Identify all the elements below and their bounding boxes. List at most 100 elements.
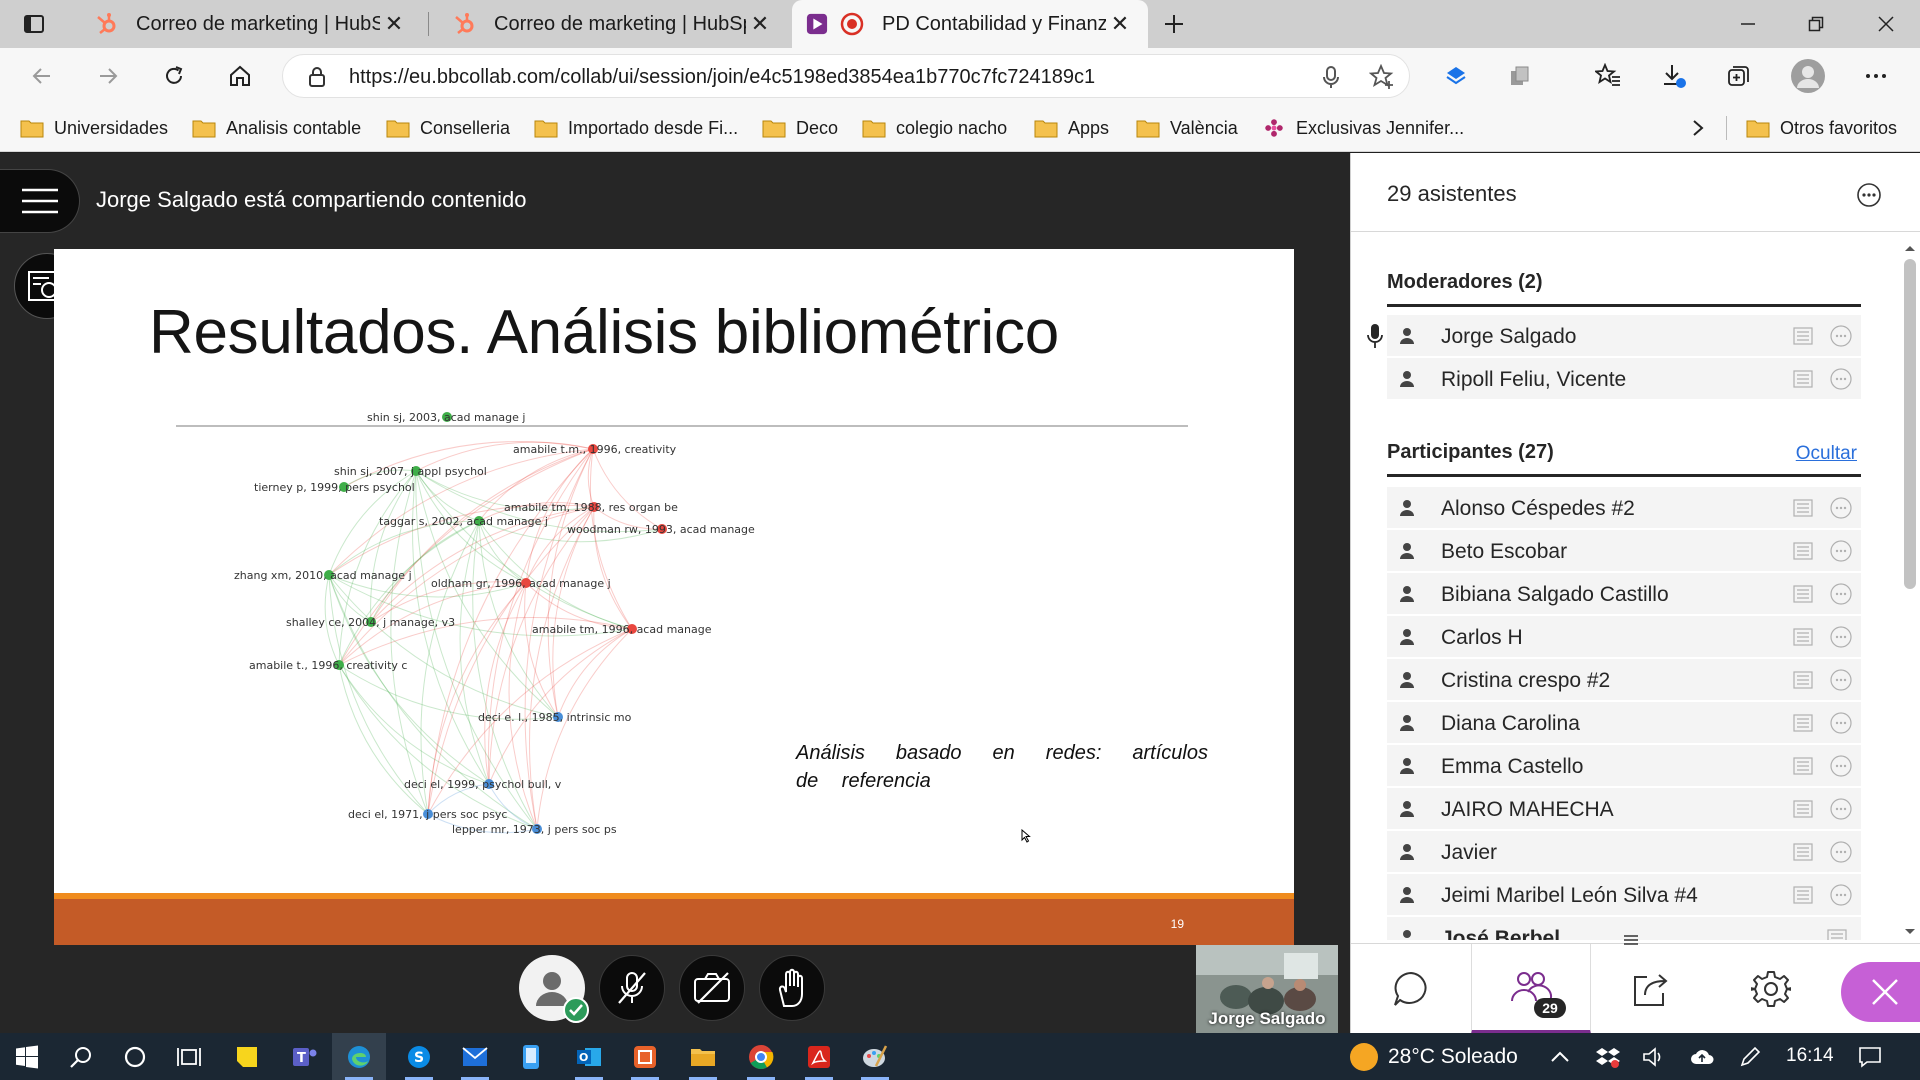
volume-icon[interactable] [1642, 1045, 1666, 1069]
start-button[interactable] [0, 1033, 54, 1080]
attendee-row-participant[interactable]: Beto Escobar [1387, 530, 1861, 572]
share-content-tab[interactable] [1591, 944, 1711, 1034]
attendee-row-participant[interactable]: Javier [1387, 831, 1861, 873]
close-tab-icon[interactable]: ✕ [746, 10, 774, 38]
panel-scrollbar[interactable] [1899, 241, 1919, 939]
home-icon[interactable] [218, 54, 262, 98]
taskbar-sticky-notes[interactable] [220, 1033, 274, 1080]
favorite-folder[interactable]: València [1136, 104, 1238, 152]
attendees-tab[interactable]: 29 [1471, 944, 1591, 1034]
restore-window-icon[interactable] [1782, 0, 1850, 48]
attendee-more-icon[interactable] [1829, 668, 1853, 692]
attendee-list-icon[interactable] [1793, 671, 1813, 689]
taskbar-phone[interactable] [504, 1033, 558, 1080]
clock[interactable]: 16:14 [1786, 1045, 1834, 1067]
raise-hand-button[interactable] [759, 955, 825, 1021]
taskbar-chrome[interactable] [734, 1033, 788, 1080]
attendee-more-icon[interactable] [1829, 625, 1853, 649]
search-button[interactable] [54, 1033, 108, 1080]
weather-text[interactable]: 28°C Soleado [1388, 1045, 1518, 1069]
taskbar-teams[interactable]: T [278, 1033, 332, 1080]
my-status-button[interactable] [519, 955, 589, 1023]
settings-tab[interactable] [1711, 944, 1831, 1034]
taskbar-mail[interactable] [448, 1033, 502, 1080]
add-favorite-icon[interactable] [1369, 64, 1395, 90]
close-tab-icon[interactable]: ✕ [380, 10, 408, 38]
attendee-row-participant[interactable]: Jeimi Maribel León Silva #4 [1387, 874, 1861, 916]
attendee-list-icon[interactable] [1793, 843, 1813, 861]
other-favorites-folder[interactable]: Otros favoritos [1746, 104, 1897, 152]
collections-icon[interactable] [1716, 54, 1760, 98]
more-favorites-chevron-icon[interactable] [1690, 104, 1706, 152]
favorite-folder[interactable]: Importado desde Fi... [534, 104, 738, 152]
taskbar-app-orange[interactable] [618, 1033, 672, 1080]
attendee-row-participant[interactable]: Bibiana Salgado Castillo [1387, 573, 1861, 615]
attendee-row-participant[interactable]: Carlos H [1387, 616, 1861, 658]
attendee-list-icon[interactable] [1793, 499, 1813, 517]
camera-toggle-button[interactable] [679, 955, 745, 1021]
close-panel-button[interactable] [1841, 962, 1920, 1022]
pen-icon[interactable] [1738, 1045, 1762, 1069]
extension-icon[interactable] [1434, 54, 1478, 98]
attendee-list-icon[interactable] [1793, 714, 1813, 732]
favorite-link[interactable]: Exclusivas Jennifer... [1262, 104, 1464, 152]
attendee-more-icon[interactable] [1829, 840, 1853, 864]
attendee-more-icon[interactable] [1829, 797, 1853, 821]
more-options-icon[interactable] [1854, 54, 1898, 98]
attendee-more-icon[interactable] [1829, 754, 1853, 778]
close-tab-icon[interactable]: ✕ [1106, 10, 1134, 38]
hide-participants-link[interactable]: Ocultar [1796, 443, 1857, 465]
favorite-folder[interactable]: Universidades [20, 104, 168, 152]
task-view-button[interactable] [162, 1033, 216, 1080]
scroll-down-icon[interactable] [1904, 927, 1916, 937]
taskbar-file-explorer[interactable] [676, 1033, 730, 1080]
address-bar[interactable]: https://eu.bbcollab.com/collab/ui/sessio… [282, 54, 1410, 98]
attendee-list-icon[interactable] [1827, 929, 1847, 941]
browser-tab-3-active[interactable]: PD Contabilidad y Finanzas ✕ [792, 0, 1148, 48]
dropbox-icon[interactable] [1596, 1045, 1620, 1069]
profile-avatar[interactable] [1786, 54, 1830, 98]
cortana-button[interactable] [108, 1033, 162, 1080]
close-window-icon[interactable] [1852, 0, 1920, 48]
lock-icon[interactable] [307, 66, 327, 88]
browser-tab-1[interactable]: Correo de marketing | HubSpot ✕ [72, 0, 422, 48]
back-icon[interactable] [20, 54, 64, 98]
forward-icon[interactable] [86, 54, 130, 98]
taskbar-skype[interactable]: S [392, 1033, 446, 1080]
attendee-more-icon[interactable] [1829, 711, 1853, 735]
attendee-row-participant[interactable]: JAIRO MAHECHA [1387, 788, 1861, 830]
url-text[interactable]: https://eu.bbcollab.com/collab/ui/sessio… [349, 66, 1095, 89]
attendee-list-icon[interactable] [1793, 370, 1813, 388]
new-tab-icon[interactable] [1152, 2, 1196, 46]
taskbar-outlook[interactable]: O [562, 1033, 616, 1080]
scroll-up-icon[interactable] [1904, 243, 1916, 253]
refresh-icon[interactable] [152, 54, 196, 98]
session-menu-button[interactable] [0, 169, 80, 233]
attendee-more-icon[interactable] [1829, 367, 1853, 391]
attendee-more-icon[interactable] [1829, 582, 1853, 606]
attendee-row-moderator[interactable]: Jorge Salgado [1387, 315, 1861, 357]
attendee-row-participant[interactable]: Emma Castello [1387, 745, 1861, 787]
taskbar-edge[interactable] [332, 1033, 386, 1080]
chat-tab[interactable] [1351, 944, 1471, 1034]
favorite-folder[interactable]: colegio nacho [862, 104, 1007, 152]
attendee-row-participant[interactable]: Diana Carolina [1387, 702, 1861, 744]
attendee-row-moderator[interactable]: Ripoll Feliu, Vicente [1387, 358, 1861, 400]
onedrive-upload-icon[interactable] [1690, 1045, 1714, 1069]
attendee-list-icon[interactable] [1793, 327, 1813, 345]
attendee-row-participant[interactable]: Cristina crespo #2 [1387, 659, 1861, 701]
microphone-toggle-button[interactable] [599, 955, 665, 1021]
downloads-icon[interactable] [1652, 54, 1696, 98]
attendee-list-icon[interactable] [1793, 800, 1813, 818]
attendee-more-icon[interactable] [1829, 496, 1853, 520]
favorite-folder[interactable]: Analisis contable [192, 104, 361, 152]
attendee-more-icon[interactable] [1829, 324, 1853, 348]
favorite-folder[interactable]: Apps [1034, 104, 1109, 152]
attendee-list-icon[interactable] [1793, 757, 1813, 775]
favorite-folder[interactable]: Conselleria [386, 104, 510, 152]
attendee-list-icon[interactable] [1793, 542, 1813, 560]
attendee-list-icon[interactable] [1793, 886, 1813, 904]
favorites-icon[interactable] [1586, 54, 1630, 98]
attendee-row-participant[interactable]: Alonso Céspedes #2 [1387, 487, 1861, 529]
favorite-folder[interactable]: Deco [762, 104, 838, 152]
